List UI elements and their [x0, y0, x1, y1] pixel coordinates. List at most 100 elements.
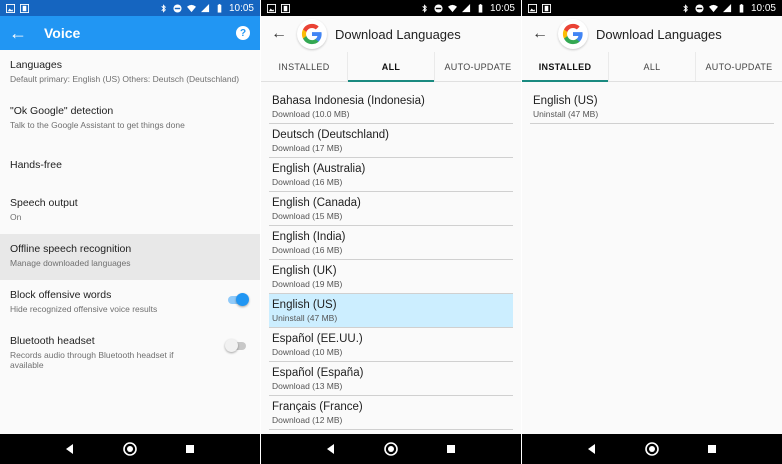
setting-subtitle: Records audio through Bluetooth headset … — [10, 350, 174, 370]
bluetooth-icon — [422, 3, 427, 13]
setting-bluetooth-headset[interactable]: Bluetooth headset Records audio through … — [0, 326, 260, 372]
status-time: 10:05 — [750, 2, 776, 14]
nav-back-icon[interactable] — [585, 442, 599, 456]
navigation-bar — [0, 434, 260, 464]
language-item-selected[interactable]: English (US) Uninstall (47 MB) — [269, 294, 513, 328]
toggle-knob — [225, 339, 238, 352]
language-name: English (Australia) — [272, 163, 366, 175]
image-notification-icon — [6, 3, 15, 13]
nav-recents-icon[interactable] — [705, 442, 719, 456]
status-bar: 10:05 — [261, 0, 521, 16]
battery-icon — [217, 3, 222, 13]
language-action: Download (12 MB) — [272, 415, 343, 425]
setting-subtitle: On — [10, 212, 22, 222]
google-logo-icon — [558, 19, 588, 49]
battery-icon — [739, 3, 744, 13]
wifi-icon — [447, 4, 457, 12]
language-action: Download (13 MB) — [272, 381, 343, 391]
download-notification-icon — [20, 3, 29, 13]
setting-offline-speech-recognition[interactable]: Offline speech recognition Manage downlo… — [0, 234, 260, 280]
nav-recents-icon[interactable] — [183, 442, 197, 456]
setting-languages[interactable]: Languages Default primary: English (US) … — [0, 50, 260, 96]
language-action: Download (17 MB) — [272, 143, 343, 153]
download-languages-header: ← Download Languages — [261, 16, 521, 52]
page-title: Download Languages — [596, 26, 722, 42]
language-item[interactable]: English (Australia) Download (16 MB) — [269, 158, 513, 192]
do-not-disturb-icon — [695, 3, 704, 13]
image-notification-icon — [528, 3, 537, 13]
bluetooth-icon — [683, 3, 688, 13]
help-icon[interactable]: ? — [236, 26, 250, 40]
language-item[interactable]: English (India) Download (16 MB) — [269, 226, 513, 260]
language-item[interactable]: English (Canada) Download (15 MB) — [269, 192, 513, 226]
setting-title: Languages — [10, 59, 62, 71]
bluetooth-headset-toggle[interactable] — [225, 339, 246, 352]
cell-signal-icon — [461, 3, 471, 12]
voice-screen: 10:05 ← Voice ? Languages Default primar… — [0, 0, 260, 464]
language-item[interactable]: English (UK) Download (19 MB) — [269, 260, 513, 294]
wifi-icon — [186, 4, 196, 12]
setting-subtitle: Hide recognized offensive voice results — [10, 304, 158, 314]
language-action: Download (10.0 MB) — [272, 109, 350, 119]
nav-home-icon[interactable] — [123, 442, 137, 456]
setting-subtitle: Default primary: English (US) Others: De… — [10, 74, 240, 84]
download-languages-all-screen: 10:05 ← Download Languages INSTALLED ALL… — [261, 0, 521, 464]
back-arrow-icon[interactable]: ← — [261, 25, 297, 43]
nav-home-icon[interactable] — [645, 442, 659, 456]
nav-recents-icon[interactable] — [444, 442, 458, 456]
tab-installed[interactable]: INSTALLED — [261, 52, 347, 81]
cell-signal-icon — [722, 3, 732, 12]
language-list: Bahasa Indonesia (Indonesia) Download (10… — [269, 90, 513, 430]
page-title: Download Languages — [335, 26, 461, 42]
language-name: English (US) — [533, 95, 598, 107]
status-bar: 10:05 — [0, 0, 260, 16]
page-title: Voice — [44, 25, 81, 41]
language-name: English (Canada) — [272, 197, 361, 209]
image-notification-icon — [267, 3, 276, 13]
bluetooth-icon — [161, 3, 166, 13]
setting-speech-output[interactable]: Speech output On — [0, 188, 260, 234]
setting-ok-google-detection[interactable]: "Ok Google" detection Talk to the Google… — [0, 96, 260, 142]
back-arrow-icon[interactable]: ← — [522, 25, 558, 43]
setting-title: Bluetooth headset — [10, 335, 95, 347]
wifi-icon — [708, 4, 718, 12]
setting-subtitle: Talk to the Google Assistant to get thin… — [10, 120, 185, 130]
download-languages-installed-screen: 10:05 ← Download Languages INSTALLED ALL… — [522, 0, 782, 464]
language-name: English (UK) — [272, 265, 337, 277]
tab-installed[interactable]: INSTALLED — [522, 52, 608, 82]
language-action: Uninstall (47 MB) — [272, 313, 338, 323]
language-name: English (US) — [272, 299, 337, 311]
nav-back-icon[interactable] — [324, 442, 338, 456]
cell-signal-icon — [200, 3, 210, 12]
setting-block-offensive-words[interactable]: Block offensive words Hide recognized of… — [0, 280, 260, 326]
language-item[interactable]: English (US) Uninstall (47 MB) — [530, 90, 774, 124]
tab-all[interactable]: ALL — [347, 52, 434, 82]
download-notification-icon — [542, 3, 551, 13]
tab-auto-update[interactable]: AUTO-UPDATE — [434, 52, 521, 81]
tab-auto-update[interactable]: AUTO-UPDATE — [695, 52, 782, 81]
download-languages-header: ← Download Languages — [522, 16, 782, 52]
setting-hands-free[interactable]: Hands-free — [0, 142, 260, 188]
back-arrow-icon[interactable]: ← — [0, 23, 36, 44]
language-tabs: INSTALLED ALL AUTO-UPDATE — [261, 52, 521, 82]
setting-title: Speech output — [10, 197, 78, 209]
language-action: Uninstall (47 MB) — [533, 109, 599, 119]
status-time: 10:05 — [228, 2, 254, 14]
language-item[interactable]: Español (EE.UU.) Download (10 MB) — [269, 328, 513, 362]
nav-back-icon[interactable] — [63, 442, 77, 456]
language-item[interactable]: Deutsch (Deutschland) Download (17 MB) — [269, 124, 513, 158]
language-name: English (India) — [272, 231, 346, 243]
block-offensive-words-toggle[interactable] — [228, 293, 249, 306]
nav-home-icon[interactable] — [384, 442, 398, 456]
download-notification-icon — [281, 3, 290, 13]
language-item[interactable]: Français (France) Download (12 MB) — [269, 396, 513, 430]
toggle-knob — [236, 293, 249, 306]
tab-all[interactable]: ALL — [608, 52, 695, 81]
language-item[interactable]: Bahasa Indonesia (Indonesia) Download (10… — [269, 90, 513, 124]
setting-subtitle: Manage downloaded languages — [10, 258, 131, 268]
language-list: English (US) Uninstall (47 MB) — [530, 90, 774, 124]
setting-title: Block offensive words — [10, 289, 112, 301]
language-item[interactable]: Español (España) Download (13 MB) — [269, 362, 513, 396]
language-action: Download (10 MB) — [272, 347, 343, 357]
navigation-bar — [261, 434, 521, 464]
